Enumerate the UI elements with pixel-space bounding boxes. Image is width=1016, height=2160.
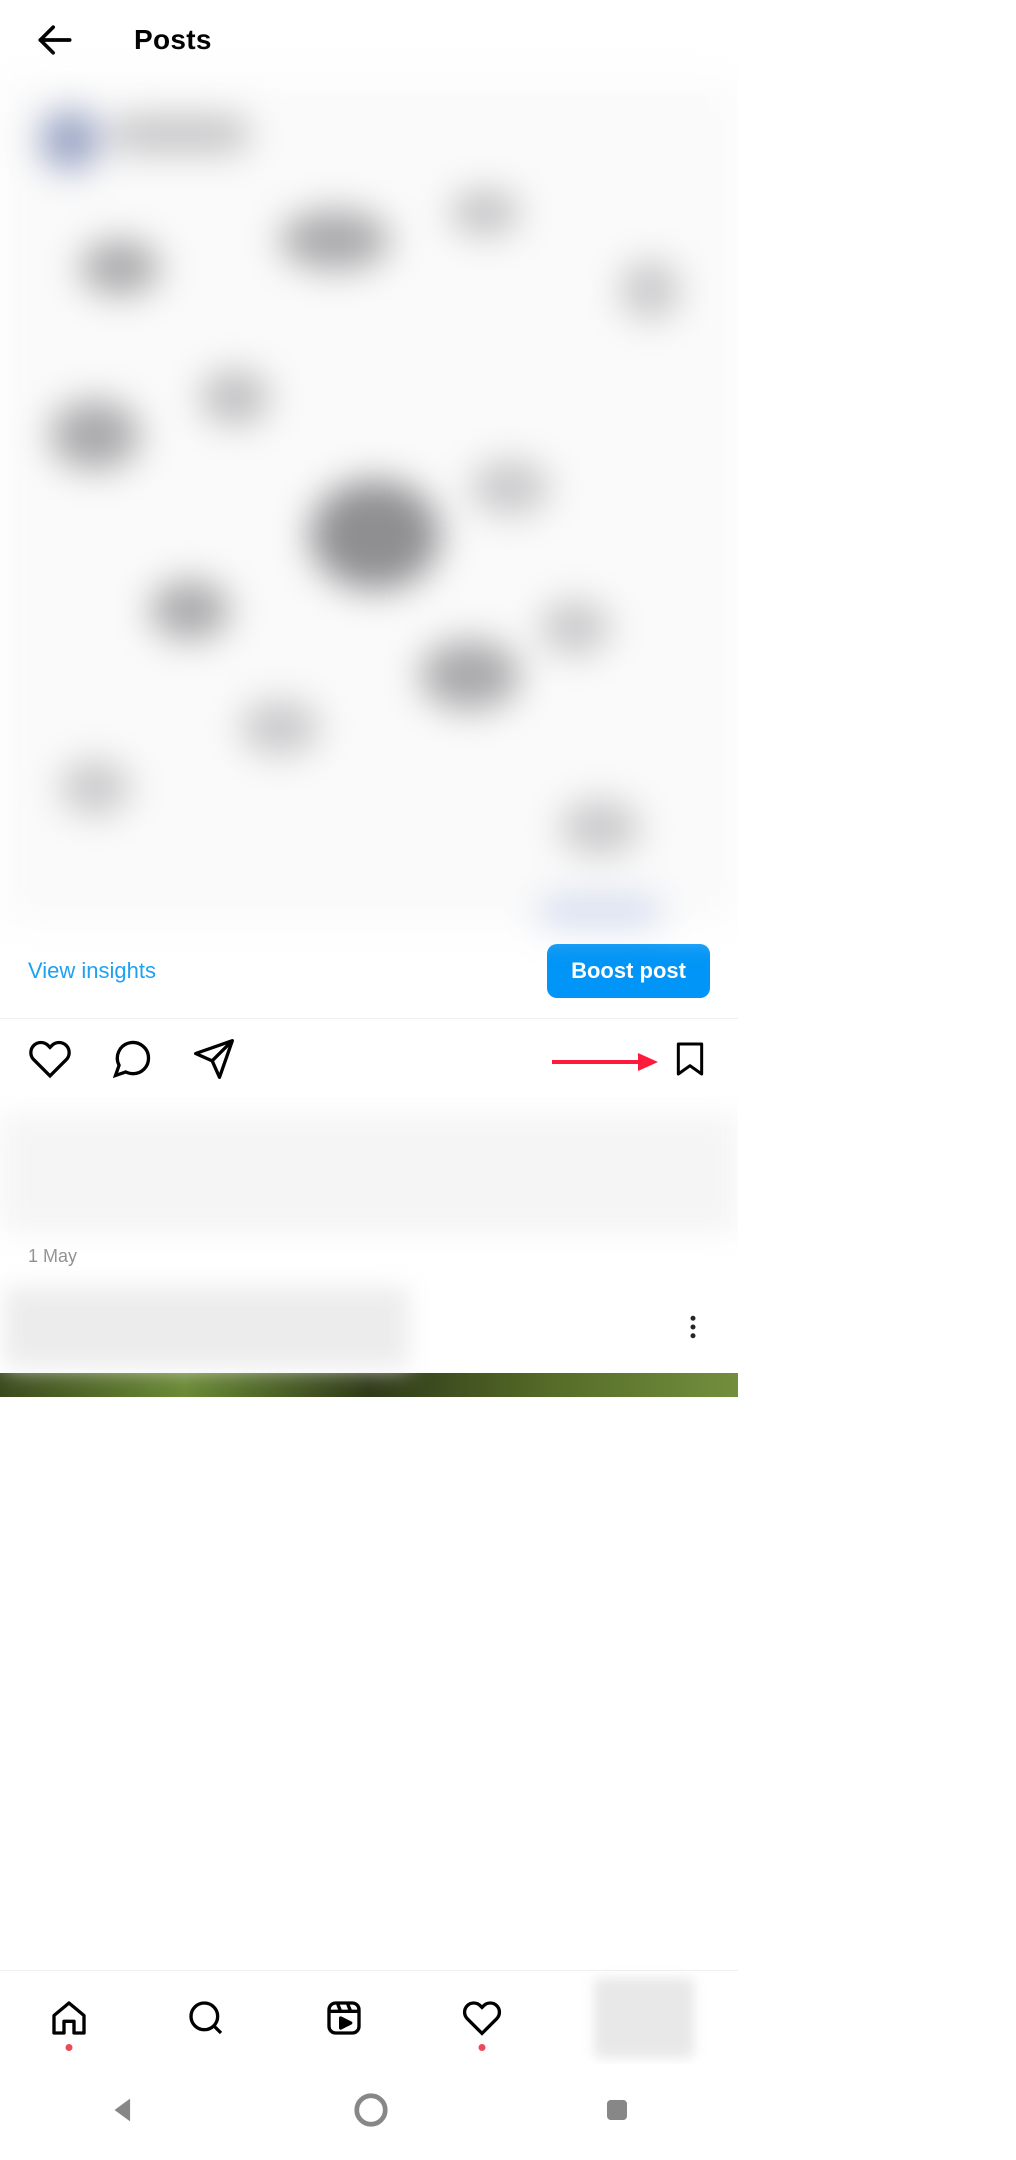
send-icon [192, 1037, 236, 1081]
boost-post-button[interactable]: Boost post [547, 944, 710, 998]
nav-activity-badge [478, 2044, 485, 2051]
insights-row: View insights Boost post [0, 924, 738, 1019]
post-date: 1 May [0, 1240, 738, 1281]
page-title: Posts [134, 24, 212, 56]
home-icon [49, 1998, 89, 2038]
circle-home-icon [352, 2091, 390, 2129]
like-button[interactable] [28, 1037, 72, 1086]
next-post-header [0, 1281, 738, 1373]
back-button[interactable] [30, 15, 80, 65]
square-recents-icon [602, 2095, 632, 2125]
bookmark-icon [670, 1037, 710, 1081]
nav-profile[interactable] [594, 1993, 694, 2043]
share-button[interactable] [192, 1037, 236, 1086]
search-icon [186, 1998, 226, 2038]
nav-home-badge [65, 2044, 72, 2051]
annotation-arrow-icon [550, 1047, 660, 1077]
comment-button[interactable] [110, 1037, 154, 1086]
profile-thumbnail [594, 1978, 694, 2058]
system-recents-button[interactable] [602, 2095, 632, 2130]
post-caption-area [0, 1114, 738, 1234]
comment-icon [110, 1037, 154, 1081]
system-home-button[interactable] [352, 2091, 390, 2134]
system-back-button[interactable] [106, 2093, 140, 2132]
nav-search[interactable] [181, 1993, 231, 2043]
heart-icon [28, 1037, 72, 1081]
heart-icon [462, 1998, 502, 2038]
triangle-back-icon [106, 2093, 140, 2127]
bottom-nav [0, 1970, 738, 2064]
save-button[interactable] [670, 1037, 710, 1086]
next-post-image-strip[interactable] [0, 1373, 738, 1397]
post-more-button[interactable] [678, 1307, 708, 1352]
header-bar: Posts [0, 0, 738, 80]
nav-home[interactable] [44, 1993, 94, 2043]
reels-icon [324, 1998, 364, 2038]
post-image[interactable] [0, 80, 738, 924]
arrow-left-icon [33, 18, 77, 62]
more-vertical-icon [678, 1307, 708, 1347]
nav-activity[interactable] [457, 1993, 507, 2043]
nav-reels[interactable] [319, 1993, 369, 2043]
next-post-user[interactable] [4, 1287, 409, 1367]
post-action-row [0, 1019, 738, 1104]
view-insights-link[interactable]: View insights [28, 958, 156, 984]
system-nav [0, 2064, 738, 2160]
